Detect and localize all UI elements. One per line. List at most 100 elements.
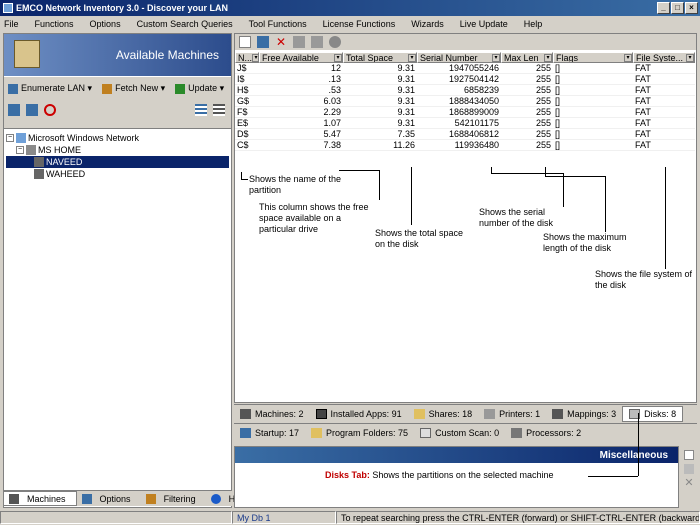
cell-total: 9.31 — [343, 74, 417, 85]
column-header-name[interactable]: N... ▾ — [235, 52, 259, 63]
bottom-tabs-row-2: Startup: 17 Program Folders: 75 Custom S… — [234, 423, 697, 441]
dropdown-arrow-icon[interactable]: ▾ — [492, 53, 500, 62]
tab-machines-count[interactable]: Machines: 2 — [234, 406, 310, 422]
add-group-icon[interactable] — [26, 104, 38, 116]
help-icon — [210, 493, 221, 504]
cell-name: J$ — [235, 63, 259, 74]
record-icon[interactable] — [329, 36, 341, 48]
tab-processors[interactable]: Processors: 2 — [505, 425, 587, 441]
edit-icon[interactable] — [684, 464, 694, 474]
menu-tool-functions[interactable]: Tool Functions — [249, 19, 307, 29]
cell-flags: [] — [553, 74, 633, 85]
close-button[interactable]: × — [685, 2, 698, 14]
maximize-button[interactable]: □ — [671, 2, 684, 14]
cell-filesystem: FAT — [633, 118, 695, 129]
tab-disks[interactable]: Disks: 8 — [622, 405, 684, 422]
dropdown-arrow-icon[interactable]: ▾ — [252, 53, 258, 62]
dropdown-arrow-icon[interactable]: ▾ — [334, 53, 342, 62]
cell-free: 7.38 — [259, 140, 343, 151]
tree-node-machine[interactable]: WAHEED — [6, 168, 229, 180]
folder-icon — [311, 427, 323, 438]
collapse-icon[interactable]: − — [6, 134, 14, 142]
tab-machines[interactable]: Machines — [3, 491, 77, 506]
table-row[interactable]: H$ .53 9.31 6858239 255[] FAT — [235, 85, 695, 96]
cell-name: I$ — [235, 74, 259, 85]
cell-free: 6.03 — [259, 96, 343, 107]
menu-license-functions[interactable]: License Functions — [323, 19, 396, 29]
fetch-new-button[interactable]: Fetch New ▾ — [102, 83, 165, 94]
column-header-flags[interactable]: Flags ▾ — [553, 52, 633, 63]
cell-free: 12 — [259, 63, 343, 74]
annotation-filesystem: Shows the file system of the disk — [595, 269, 693, 290]
menu-options[interactable]: Options — [90, 19, 121, 29]
tab-shares[interactable]: Shares: 18 — [408, 406, 479, 422]
column-header-filesystem[interactable]: File Syste... ▾ — [633, 52, 695, 63]
cell-maxlen: 255 — [501, 107, 553, 118]
callout-line — [563, 173, 564, 207]
tab-custom-scan[interactable]: Custom Scan: 0 — [414, 425, 505, 441]
cell-free: 5.47 — [259, 129, 343, 140]
table-row[interactable]: C$ 7.38 11.26 119936480 255[] FAT — [235, 140, 695, 151]
column-header-maxlen[interactable]: Max Len ▾ — [501, 52, 553, 63]
tree-node-network[interactable]: − Microsoft Windows Network — [6, 132, 229, 144]
dropdown-arrow-icon[interactable]: ▾ — [624, 53, 632, 62]
disks-annotation-label: Disks Tab: — [325, 470, 370, 480]
cell-free: .53 — [259, 85, 343, 96]
column-header-total[interactable]: Total Space ▾ — [343, 52, 417, 63]
cell-flags: [] — [553, 107, 633, 118]
table-row[interactable]: G$ 6.03 9.31 1888434050 255[] FAT — [235, 96, 695, 107]
tab-program-folders[interactable]: Program Folders: 75 — [305, 425, 414, 441]
document-icon[interactable] — [684, 450, 694, 460]
table-row[interactable]: D$ 5.47 7.35 1688406812 255[] FAT — [235, 129, 695, 140]
table-row[interactable]: I$ .13 9.31 1927504142 255[] FAT — [235, 74, 695, 85]
tab-options[interactable]: Options — [77, 493, 141, 504]
menu-live-update[interactable]: Live Update — [460, 19, 508, 29]
cell-maxlen: 255 — [501, 129, 553, 140]
table-row[interactable]: J$ 12 9.31 1947055246 255[] FAT — [235, 63, 695, 74]
tree-view-icon[interactable] — [213, 104, 225, 116]
tab-printers[interactable]: Printers: 1 — [478, 406, 546, 422]
cell-maxlen: 255 — [501, 63, 553, 74]
callout-line — [665, 167, 666, 269]
unpin-icon[interactable] — [311, 36, 323, 48]
delete-icon[interactable]: ✕ — [684, 478, 694, 489]
title-bar: EMCO Network Inventory 3.0 - Discover yo… — [0, 0, 700, 16]
pin-icon[interactable] — [293, 36, 305, 48]
table-row[interactable]: F$ 2.29 9.31 1868899009 255[] FAT — [235, 107, 695, 118]
menu-help[interactable]: Help — [524, 19, 543, 29]
tree-node-machine[interactable]: NAVEED — [6, 156, 229, 168]
cell-serial: 1688406812 — [417, 129, 501, 140]
status-hint: To repeat searching press the CTRL-ENTER… — [336, 511, 700, 524]
tab-installed-apps[interactable]: Installed Apps: 91 — [310, 406, 408, 422]
tree-node-workgroup[interactable]: − MS HOME — [6, 144, 229, 156]
menu-file[interactable]: File — [4, 19, 19, 29]
dropdown-arrow-icon[interactable]: ▾ — [408, 53, 416, 62]
cell-flags: [] — [553, 129, 633, 140]
dropdown-arrow-icon[interactable]: ▾ — [544, 53, 552, 62]
minimize-button[interactable]: _ — [657, 2, 670, 14]
menu-custom-search-queries[interactable]: Custom Search Queries — [137, 19, 233, 29]
add-machine-icon[interactable] — [8, 104, 20, 116]
new-icon[interactable] — [239, 36, 251, 48]
delete-icon[interactable]: ✕ — [275, 36, 287, 48]
miscellaneous-header: Miscellaneous — [235, 447, 678, 463]
menu-wizards[interactable]: Wizards — [411, 19, 444, 29]
enumerate-lan-button[interactable]: Enumerate LAN ▾ — [8, 83, 92, 94]
tab-mappings[interactable]: Mappings: 3 — [546, 406, 622, 422]
collapse-icon[interactable]: − — [16, 146, 24, 154]
column-header-free[interactable]: Free Available ▾ — [259, 52, 343, 63]
edit-icon[interactable] — [257, 36, 269, 48]
callout-line — [379, 170, 380, 200]
callout-line — [491, 173, 563, 174]
table-row[interactable]: E$ 1.07 9.31 542101175 255[] FAT — [235, 118, 695, 129]
column-header-serial[interactable]: Serial Number ▾ — [417, 52, 501, 63]
list-view-icon[interactable] — [195, 104, 207, 116]
tab-startup[interactable]: Startup: 17 — [234, 425, 305, 441]
cell-serial: 1947055246 — [417, 63, 501, 74]
window-title: EMCO Network Inventory 3.0 - Discover yo… — [16, 3, 229, 13]
update-button[interactable]: Update ▾ — [175, 83, 224, 94]
stop-icon[interactable] — [44, 104, 56, 116]
menu-functions[interactable]: Functions — [35, 19, 74, 29]
tab-filtering[interactable]: Filtering — [141, 493, 206, 504]
dropdown-arrow-icon[interactable]: ▾ — [686, 53, 694, 62]
